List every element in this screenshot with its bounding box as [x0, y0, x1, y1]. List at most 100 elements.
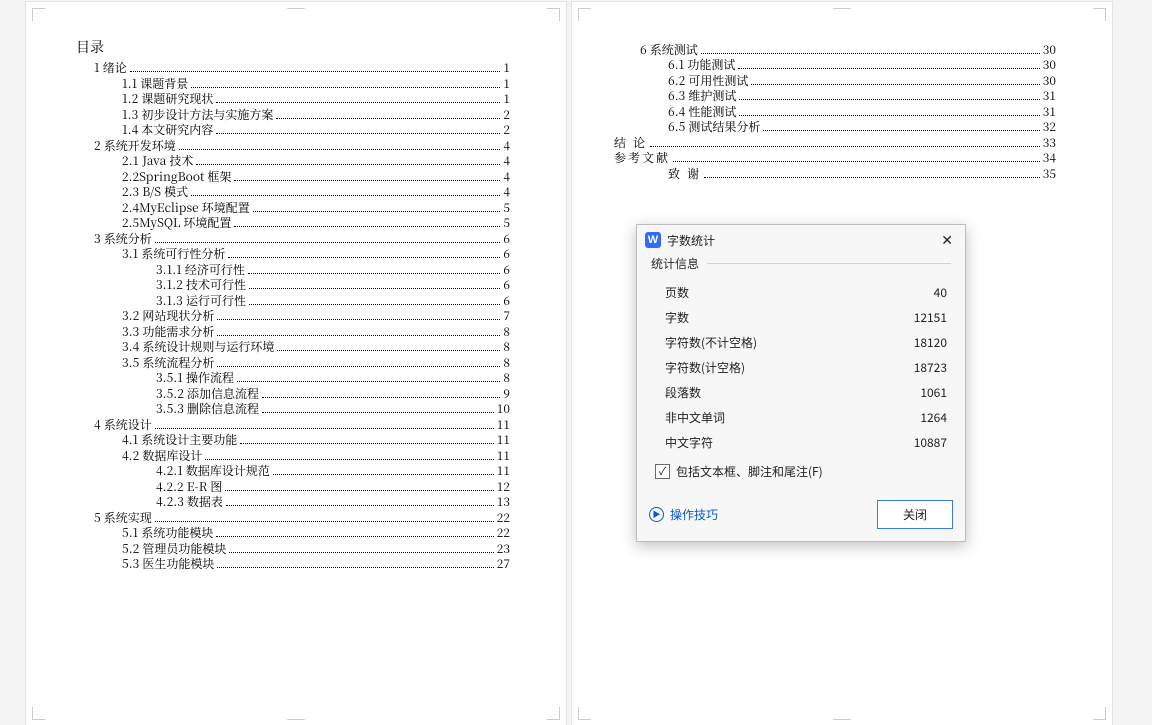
stat-row: 字数 12151 [651, 305, 951, 330]
toc-entry-label: 3.5 系统流程分析 [122, 357, 214, 369]
toc-entry-page: 2 [503, 109, 510, 121]
leader-dots [234, 180, 500, 181]
toc-entry: 1.4 本文研究内容2 [66, 124, 510, 136]
leader-dots [249, 304, 500, 305]
toc-entry-page: 4 [503, 140, 510, 152]
leader-dots [739, 115, 1039, 116]
dialog-title-left: W 字数统计 [645, 232, 715, 249]
toc-entry-page: 8 [503, 326, 510, 338]
stat-value: 12151 [914, 309, 947, 326]
stat-key: 字符数(不计空格) [665, 334, 757, 351]
stat-value: 18120 [914, 334, 947, 351]
leader-dots [262, 412, 494, 413]
toc-entry-label: 6 系统测试 [640, 44, 698, 56]
crop-mark [32, 8, 45, 21]
toc-entry-label: 2.2SpringBoot 框架 [122, 171, 231, 183]
leader-dots [225, 490, 493, 491]
stat-row: 字符数(计空格)18723 [651, 355, 951, 380]
toc-entry-page: 31 [1043, 90, 1056, 102]
toc-list-left: 1 绪论11.1 课题背景11.2 课题研究现状11.3 初步设计方法与实施方案… [66, 62, 510, 570]
toc-entry: 1.1 课题背景 1 [66, 78, 510, 90]
checkbox-label: 包括文本框、脚注和尾注(F) [676, 463, 823, 480]
toc-entry: 5.2 管理员功能模块23 [66, 543, 510, 555]
stat-key: 页数 [665, 284, 689, 301]
toc-entry-label: 3 系统分析 [94, 233, 152, 245]
toc-entry-page: 11 [497, 465, 510, 477]
leader-dots [216, 536, 493, 537]
crop-mark [578, 8, 591, 21]
stat-key: 段落数 [665, 384, 701, 401]
leader-dots [273, 474, 494, 475]
leader-dots [155, 242, 501, 243]
toc-entry-label: 1.4 本文研究内容 [122, 124, 213, 136]
close-icon[interactable]: ✕ [937, 231, 957, 249]
stat-value: 1061 [920, 384, 947, 401]
toc-entry: 3.2 网站现状分析7 [66, 310, 510, 322]
toc-entry-page: 8 [503, 372, 510, 384]
leader-dots [155, 428, 494, 429]
stat-key: 字数 [665, 309, 689, 326]
dialog-body: 统计信息 页数40字数12151字符数(不计空格)18120字符数(计空格)18… [637, 255, 965, 492]
close-button[interactable]: 关闭 [877, 500, 953, 529]
checkbox-icon[interactable]: ✓ [655, 464, 670, 479]
toc-entry: 3.5 系统流程分析8 [66, 357, 510, 369]
play-icon: ▶ [649, 507, 664, 522]
toc-entry: 6.5 测试结果分析32 [612, 121, 1056, 133]
dialog-footer: ▶ 操作技巧 关闭 [637, 492, 965, 541]
stat-row: 非中文单词1264 [651, 405, 951, 430]
toc-entry: 5 系统实现22 [66, 512, 510, 524]
stats-list: 页数40字数12151字符数(不计空格)18120字符数(计空格)18723段落… [651, 280, 951, 455]
toc-entry: 6.2 可用性测试30 [612, 75, 1056, 87]
stat-row: 段落数 1061 [651, 380, 951, 405]
toc-entry: 3.1.1 经济可行性6 [66, 264, 510, 276]
stat-value: 10887 [914, 434, 947, 451]
toc-entry-label: 3.2 网站现状分析 [122, 310, 214, 322]
toc-entry: 4.2.1 数据库设计规范11 [66, 465, 510, 477]
toc-entry: 3 系统分析6 [66, 233, 510, 245]
toc-entry: 参考文献34 [612, 152, 1056, 164]
toc-entry: 3.3 功能需求分析8 [66, 326, 510, 338]
word-count-dialog[interactable]: W 字数统计 ✕ 统计信息 页数40字数12151字符数(不计空格)18120字… [636, 224, 966, 542]
toc-entry: 6.4 性能测试31 [612, 106, 1056, 118]
leader-dots [179, 149, 501, 150]
tips-label: 操作技巧 [670, 506, 718, 523]
toc-entry-label: 1.1 课题背景 [122, 78, 188, 90]
toc-entry-page: 22 [497, 512, 510, 524]
toc-entry-label: 3.1.1 经济可行性 [156, 264, 245, 276]
crop-mark [1093, 707, 1106, 720]
leader-dots [277, 350, 500, 351]
toc-entry-page: 30 [1043, 44, 1056, 56]
toc-entry: 5.3 医生功能模块27 [66, 558, 510, 570]
leader-dots [262, 397, 500, 398]
leader-dots [739, 99, 1039, 100]
crop-mark [833, 719, 851, 720]
tips-link[interactable]: ▶ 操作技巧 [649, 506, 718, 523]
toc-entry-page: 35 [1043, 168, 1056, 180]
toc-entry-label: 3.5.2 添加信息流程 [156, 388, 259, 400]
toc-entry: 6.1 功能测试30 [612, 59, 1056, 71]
page-left: 目录 1 绪论11.1 课题背景11.2 课题研究现状11.3 初步设计方法与实… [26, 2, 566, 725]
toc-entry: 4.2 数据库设计11 [66, 450, 510, 462]
leader-dots [217, 366, 500, 367]
leader-dots [240, 443, 493, 444]
toc-entry-label: 3.5.3 删除信息流程 [156, 403, 259, 415]
leader-dots [191, 87, 500, 88]
include-footnotes-row[interactable]: ✓ 包括文本框、脚注和尾注(F) [651, 455, 951, 484]
toc-entry: 3.4 系统设计规则与运行环境8 [66, 341, 510, 353]
toc-entry-page: 1 [503, 78, 510, 90]
toc-entry-page: 22 [497, 527, 510, 539]
toc-entry-label: 2.1 Java 技术 [122, 155, 193, 167]
toc-entry-label: 2.4MyEclipse 环境配置 [122, 202, 250, 214]
toc-entry-label: 3.1 系统可行性分析 [122, 248, 225, 260]
crop-mark [1093, 8, 1106, 21]
leader-dots [249, 288, 500, 289]
leader-dots [751, 84, 1039, 85]
toc-entry-page: 12 [497, 481, 510, 493]
toc-heading: 目录 [76, 40, 510, 54]
toc-entry-page: 11 [497, 419, 510, 431]
dialog-titlebar[interactable]: W 字数统计 ✕ [637, 225, 965, 255]
toc-entry: 4.1 系统设计主要功能11 [66, 434, 510, 446]
toc-entry: 4 系统设计11 [66, 419, 510, 431]
leader-dots [196, 164, 500, 165]
toc-entry: 3.5.1 操作流程8 [66, 372, 510, 384]
